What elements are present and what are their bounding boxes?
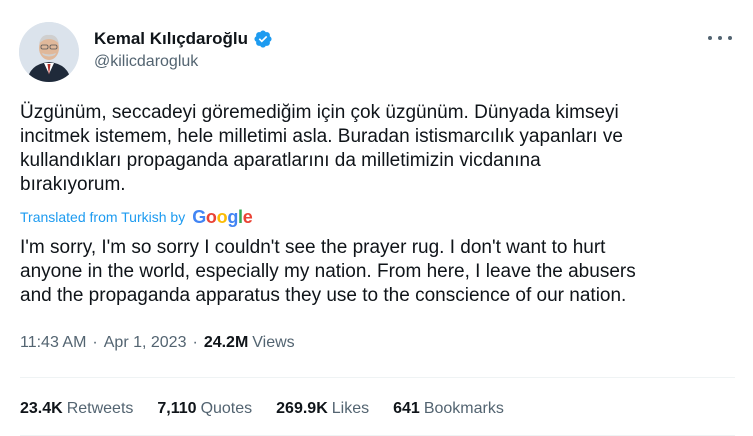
likes-count: 269.9K	[276, 400, 328, 417]
retweets-count: 23.4K	[20, 400, 63, 417]
author-name[interactable]: Kemal Kılıçdaroğlu	[94, 29, 248, 49]
views-label: Views	[252, 334, 295, 351]
dot	[728, 36, 732, 40]
retweets-stat[interactable]: 23.4K Retweets	[20, 400, 133, 418]
meta-separator: ·	[92, 334, 98, 351]
tweet-time[interactable]: 11:43 AM	[20, 334, 86, 352]
likes-stat[interactable]: 269.9K Likes	[276, 400, 369, 418]
quotes-label: Quotes	[200, 400, 253, 417]
author-block: Kemal Kılıçdaroğlu @kilicdarogluk	[94, 28, 273, 71]
avatar-image	[19, 22, 79, 82]
bookmarks-count: 641	[393, 400, 420, 417]
divider	[20, 377, 735, 378]
views-count: 24.2M	[203, 334, 249, 351]
google-logo: Google	[192, 206, 253, 227]
dot	[708, 36, 712, 40]
likes-label: Likes	[331, 400, 370, 417]
tweet-date[interactable]: Apr 1, 2023	[104, 334, 187, 352]
avatar[interactable]	[19, 22, 79, 82]
translation-attribution[interactable]: Translated from Turkish by Google	[20, 205, 253, 229]
verified-badge-icon[interactable]	[253, 29, 273, 49]
translated-label[interactable]: Translated from Turkish by	[20, 209, 185, 225]
tweet-meta: 11:43 AM · Apr 1, 2023 · 24.2M Views	[20, 332, 295, 354]
tweet-text: Üzgünüm, seccadeyi göremediğim için çok …	[20, 102, 623, 195]
tweet-header: Kemal Kılıçdaroğlu @kilicdarogluk	[19, 22, 734, 84]
more-options-icon[interactable]	[708, 28, 732, 48]
quotes-stat[interactable]: 7,110 Quotes	[157, 400, 252, 418]
translated-text: I'm sorry, I'm so sorry I couldn't see t…	[20, 237, 636, 306]
author-name-row: Kemal Kılıçdaroğlu	[94, 28, 273, 50]
bookmarks-stat[interactable]: 641 Bookmarks	[393, 400, 504, 418]
retweets-label: Retweets	[66, 400, 134, 417]
meta-separator: ·	[192, 334, 198, 351]
author-handle[interactable]: @kilicdarogluk	[94, 53, 273, 71]
dot	[718, 36, 722, 40]
quotes-count: 7,110	[157, 400, 197, 417]
engagement-stats: 23.4K Retweets 7,110 Quotes 269.9K Likes…	[20, 398, 528, 420]
bookmarks-label: Bookmarks	[423, 400, 504, 417]
